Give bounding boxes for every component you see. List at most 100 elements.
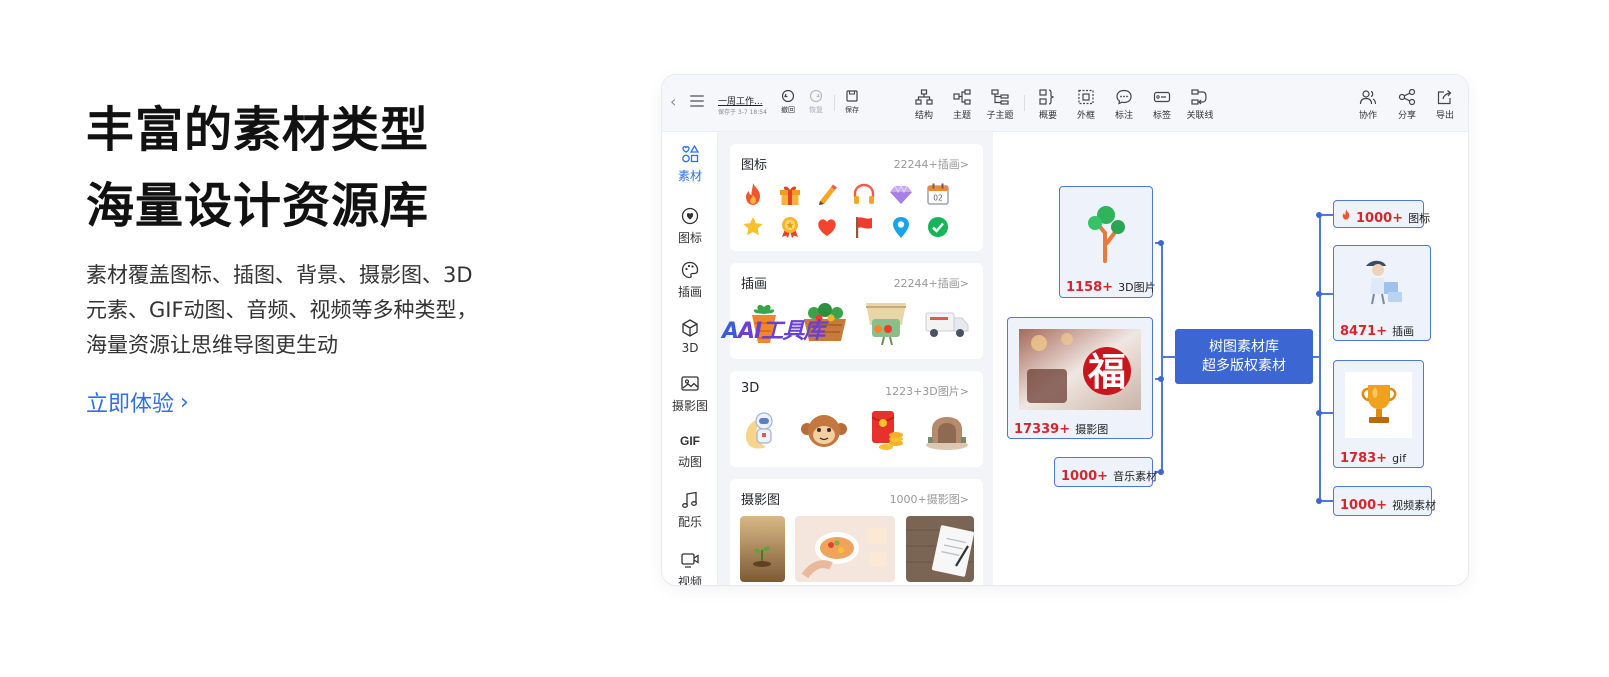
frame-icon [1078, 89, 1094, 105]
menu-icon[interactable] [690, 95, 704, 109]
node-gif-caption: 1783+ gif [1340, 447, 1406, 466]
nav-icon[interactable]: 图标 [662, 206, 718, 246]
photo-thumb-food[interactable] [795, 516, 895, 582]
tag-button[interactable]: 标签 [1144, 89, 1180, 121]
center-node-line1: 树图素材库 [1209, 339, 1279, 355]
illustration-thumb-market[interactable] [860, 299, 912, 347]
export-icon [1437, 90, 1452, 105]
calendar-icon[interactable]: 02 [925, 181, 951, 207]
topic-button[interactable]: 主题 [944, 89, 980, 121]
try-now-link[interactable]: 立即体验 › [86, 386, 189, 418]
photo-more-link[interactable]: 1000+摄影图> [890, 491, 969, 507]
3d-thumb-monkey[interactable] [800, 411, 848, 451]
photo-thumb-notebook[interactable] [906, 516, 974, 582]
node-music-count: 1000+ [1061, 469, 1109, 484]
relation-button[interactable]: 关联线 [1182, 89, 1218, 121]
structure-label: 结构 [914, 111, 933, 121]
tree-icon [1088, 206, 1125, 263]
toolbar: ‹ 一周工作... 保存于 3-7 18:54 撤回 恢复 保存 结构 主题 子… [662, 75, 1468, 132]
nav-material-label: 素材 [677, 169, 702, 183]
subtopic-icon [991, 89, 1009, 105]
nav-illustration-label: 插画 [677, 285, 702, 299]
note-button[interactable]: 标注 [1106, 89, 1142, 121]
3d-thumb-red-envelope[interactable] [864, 407, 908, 455]
heart-icon[interactable] [814, 214, 840, 240]
export-button[interactable]: 导出 [1427, 89, 1463, 121]
back-icon[interactable]: ‹ [670, 94, 684, 110]
star-icon[interactable] [740, 214, 766, 240]
illustration-more-link[interactable]: 22244+插画> [894, 275, 969, 291]
mindmap-canvas[interactable]: 树图素材库 超多版权素材 1158+ 3D图片 福 17339+ 摄影图 100… [993, 132, 1468, 585]
node-music[interactable]: 1000+ 音乐素材 [1054, 457, 1157, 487]
comment-icon [1116, 89, 1132, 105]
node-icons-count: 1000+ [1356, 211, 1404, 226]
collaborate-button[interactable]: 协作 [1350, 89, 1386, 121]
nav-illustration[interactable]: 插画 [662, 260, 718, 300]
try-now-label: 立即体验 [86, 392, 175, 417]
node-gif[interactable]: 1783+ gif [1333, 360, 1424, 468]
node-illustrations[interactable]: 8471+ 插画 [1333, 245, 1431, 341]
calendar-day: 02 [933, 194, 943, 203]
icons-more-link[interactable]: 22244+插画> [894, 156, 969, 172]
node-illustrations-count: 8471+ [1340, 324, 1388, 339]
fire-icon[interactable] [740, 181, 766, 207]
node-video[interactable]: 1000+ 视频素材 [1333, 486, 1436, 516]
hero-description: 素材覆盖图标、插图、背景、摄影图、3D 元素、GIF动图、音频、视频等多种类型，… [86, 258, 506, 363]
frame-button[interactable]: 外框 [1068, 89, 1104, 121]
medal-icon[interactable] [777, 214, 803, 240]
3d-more-link[interactable]: 1223+3D图片> [885, 383, 969, 399]
material-nav: 素材 图标 插画 3D 摄影图 GIF 动图 配乐 视频 [662, 132, 718, 585]
node-video-count: 1000+ [1340, 498, 1388, 513]
node-3d-label: 3D图片 [1118, 281, 1156, 294]
3d-thumb-astronaut[interactable] [740, 407, 784, 455]
redo-icon [809, 89, 823, 103]
nav-photo[interactable]: 摄影图 [662, 374, 718, 414]
fu-character: 福 [1087, 349, 1126, 394]
summary-button[interactable]: 概要 [1030, 89, 1066, 121]
flag-icon[interactable] [851, 214, 877, 240]
redo-label: 恢复 [809, 106, 823, 114]
photo-thumb-sprout[interactable] [740, 516, 785, 582]
structure-button[interactable]: 结构 [906, 89, 942, 121]
center-node[interactable]: 树图素材库 超多版权素材 [1175, 329, 1313, 384]
save-status: 保存于 3-7 18:54 [718, 109, 767, 116]
document-title[interactable]: 一周工作... [718, 94, 763, 107]
pencil-icon[interactable] [814, 181, 840, 207]
nav-video-label: 视频 [677, 575, 702, 585]
music-note-icon [682, 491, 697, 508]
summary-icon [1039, 89, 1055, 105]
node-3d-images[interactable]: 1158+ 3D图片 [1059, 186, 1156, 298]
chevron-right-icon: › [180, 389, 189, 415]
relation-icon [1191, 89, 1207, 105]
subtopic-button[interactable]: 子主题 [982, 89, 1018, 121]
diamond-icon[interactable] [888, 181, 914, 207]
node-icons[interactable]: 1000+ 图标 [1333, 200, 1430, 228]
node-photos[interactable]: 福 17339+ 摄影图 [1007, 317, 1153, 439]
nav-music[interactable]: 配乐 [662, 490, 718, 530]
node-3d-caption: 1158+ 3D图片 [1066, 276, 1156, 295]
illustration-thumb-truck[interactable] [922, 303, 972, 343]
nav-gif[interactable]: GIF 动图 [662, 432, 718, 470]
gif-icon: GIF [680, 434, 700, 448]
check-circle-icon[interactable] [925, 214, 951, 240]
icons-card: 图标 22244+插画> 02 [730, 144, 983, 251]
save-label: 保存 [845, 106, 859, 114]
redo-button[interactable]: 恢复 [798, 89, 834, 115]
hero-title-line1: 丰富的素材类型 [86, 102, 430, 158]
share-icon [1398, 89, 1416, 105]
node-gif-count: 1783+ [1340, 451, 1388, 466]
fu-photo: 福 [1019, 329, 1141, 410]
3d-thumb-house[interactable] [924, 411, 970, 451]
nav-3d[interactable]: 3D [662, 318, 718, 355]
hero-title: 丰富的素材类型 海量设计资源库 [86, 92, 429, 244]
share-button[interactable]: 分享 [1389, 89, 1425, 121]
node-icons-label: 图标 [1408, 212, 1431, 225]
nav-video[interactable]: 视频 [662, 550, 718, 585]
headphones-icon[interactable] [851, 181, 877, 207]
gift-icon[interactable] [777, 181, 803, 207]
nav-material[interactable]: 素材 [662, 144, 718, 184]
save-button[interactable]: 保存 [834, 89, 870, 115]
palette-icon [681, 261, 699, 279]
location-pin-icon[interactable] [888, 214, 914, 240]
undo-icon [781, 89, 795, 103]
